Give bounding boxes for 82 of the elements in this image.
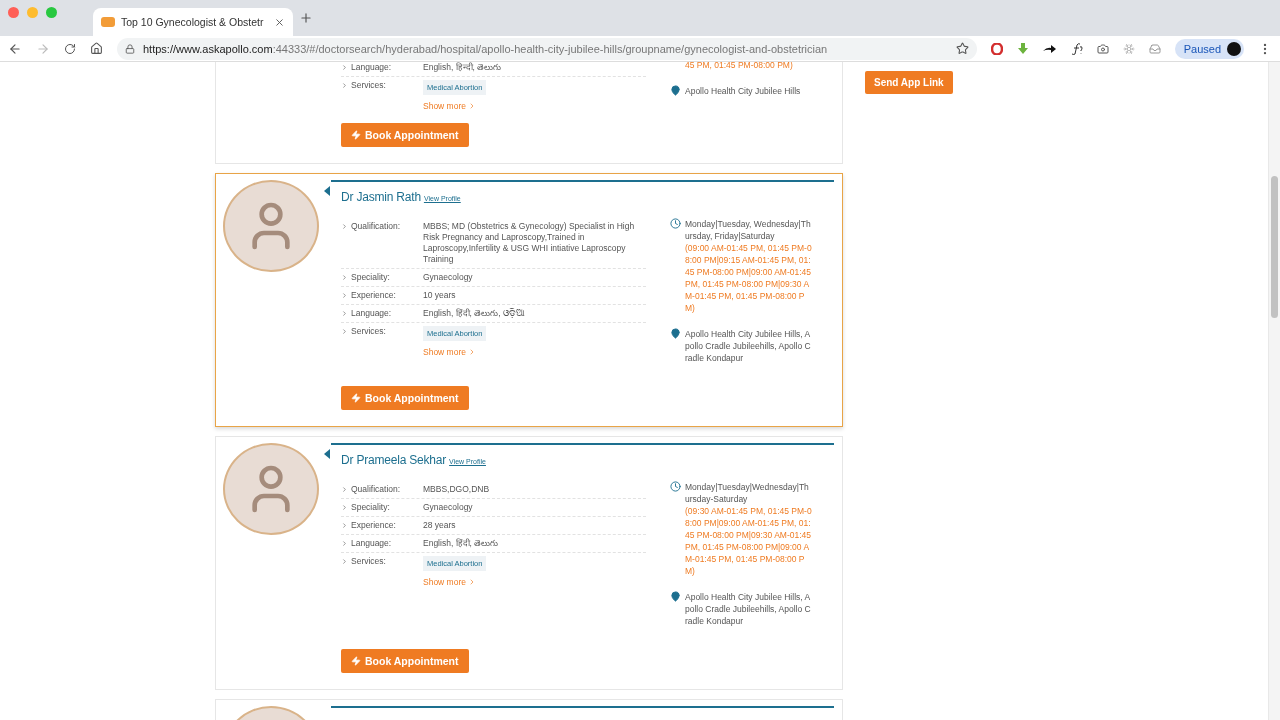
schedule-hours: (09:30 AM-01:45 PM, 01:45 PM-08:00 PM|09:00 AM-01:45 PM, 01:45 PM-08:00 PM|09:30 AM-01:45 PM, 01:45 PM-08:00 PM|09:00 AM-01:45 PM, 01:45 PM-08:00 PM) [685,505,813,577]
browser-tab[interactable]: Top 10 Gynecologist & Obstetr [93,8,293,36]
chevron-icon [341,522,348,529]
detail-label: Services: [351,80,386,91]
lightning-icon [351,393,361,403]
camera-icon[interactable] [1096,42,1109,55]
location-pin-icon [670,328,681,339]
book-appointment-button[interactable]: Book Appointment [341,649,469,673]
schedule-days: Monday|Tuesday, Wednesday|Thursday, Friday|Saturday [685,218,813,242]
arrow-icon[interactable] [1042,43,1056,54]
chevron-icon [341,504,348,511]
schedule-days: Monday|Tuesday|Wednesday|Thursday-Saturday [685,481,813,505]
chevron-icon [341,540,348,547]
home-icon[interactable] [90,42,103,55]
detail-label: Qualification: [351,221,401,232]
detail-value: English, हिंदी, తెలుగు [423,538,500,549]
detail-value: 28 years [423,520,457,531]
chevron-icon [468,102,476,110]
hospital-address: Apollo Health City Jubilee Hills [685,85,802,97]
show-more-link[interactable]: Show more [423,577,476,587]
chevron-icon [341,328,348,335]
bookmark-star-icon[interactable] [955,42,969,55]
detail-value: English, हिंदी, తెలుగు, ଓଡ଼ିଆ [423,308,527,319]
send-app-link-button[interactable]: Send App Link [865,71,953,94]
detail-label: Services: [351,326,386,337]
tab-title: Top 10 Gynecologist & Obstetr [121,16,265,28]
show-more-link[interactable]: Show more [423,347,476,357]
detail-label: Language: [351,62,392,73]
detail-label: Language: [351,308,392,319]
chevron-icon [341,558,348,565]
download-arrow-icon[interactable] [1016,42,1029,55]
detail-label: Speciality: [351,272,390,283]
url-text: https://www.askapollo.com:44333/#/doctorsearch/hyderabad/hospital/apollo-health-city-jubilee-hills/groupname/gynecologist-and-obstetrician [143,42,829,55]
lightning-icon [351,130,361,140]
chevron-icon [341,223,348,230]
chevron-icon [341,64,348,71]
detail-label: Experience: [351,290,396,301]
detail-label: Qualification: [351,484,401,495]
detail-value: Gynaecology [423,272,474,283]
clock-icon [670,218,681,229]
address-bar[interactable]: https://www.askapollo.com:44333/#/doctorsearch/hyderabad/hospital/apollo-health-city-jubilee-hills/groupname/gynecologist-and-obstetrician [117,37,977,60]
detail-value: Gynaecology [423,502,474,513]
detail-value: MBBS; MD (Obstetrics & Gynecology) Specialist in High Risk Pregnancy and Laproscopy,Trained in Laproscopy,Infertility & USG WHI intiative Laproscopy Training [423,221,636,265]
hospital-address: Apollo Health City Jubilee Hills, Apollo Cradle Jubileehills, Apollo Cradle Kondapur [685,591,812,627]
doctor-name: Dr Prameela Sekhar [341,453,447,467]
detail-label: Language: [351,538,392,549]
chevron-icon [468,348,476,356]
detail-value: 10 years [423,290,457,301]
location-pin-icon [670,591,681,602]
lock-icon [125,43,135,54]
schedule-hours: 45 PM, 01:45 PM-08:00 PM) [685,62,794,71]
book-appointment-button[interactable]: Book Appointment [341,123,469,147]
clock-icon [670,481,681,492]
show-more-link[interactable]: Show more [423,101,476,111]
detail-label: Experience: [351,520,396,531]
chevron-icon [341,82,348,89]
chevron-icon [341,310,348,317]
profile-button[interactable]: Paused [1174,38,1244,59]
detail-label: Speciality: [351,502,390,513]
detail-value: English, हिन्दी, తెలుగు [423,62,503,73]
doctor-name: Dr Jasmin Rath [341,190,421,204]
close-icon[interactable] [274,16,285,28]
detail-label: Services: [351,556,386,567]
back-icon[interactable] [8,41,22,56]
ring-icon[interactable] [990,42,1003,55]
schedule-hours: (09:00 AM-01:45 PM, 01:45 PM-08:00 PM|09:15 AM-01:45 PM, 01:45 PM-08:00 PM|09:00 AM-01:45 PM, 01:45 PM-08:00 PM|09:30 AM-01:45 PM, 01:45 PM-08:00 PM) [685,242,813,314]
hospital-address: Apollo Health City Jubilee Hills, Apollo Cradle Jubileehills, Apollo Cradle Kondapur [685,328,812,364]
reload-icon[interactable] [64,42,76,55]
avatar-icon [1227,41,1241,56]
function-icon[interactable] [1069,42,1083,55]
triangle-icon [324,186,330,196]
book-appointment-button[interactable]: Book Appointment [341,386,469,410]
chevron-icon [341,486,348,493]
location-pin-icon [670,85,681,96]
detail-value: MBBS,DGO,DNB [423,484,491,495]
chevron-icon [341,274,348,281]
favicon-icon [101,17,115,27]
chevron-icon [468,578,476,586]
lightning-icon [351,656,361,666]
triangle-icon [324,449,330,459]
new-tab-icon[interactable] [299,11,313,25]
chevron-icon [341,292,348,299]
